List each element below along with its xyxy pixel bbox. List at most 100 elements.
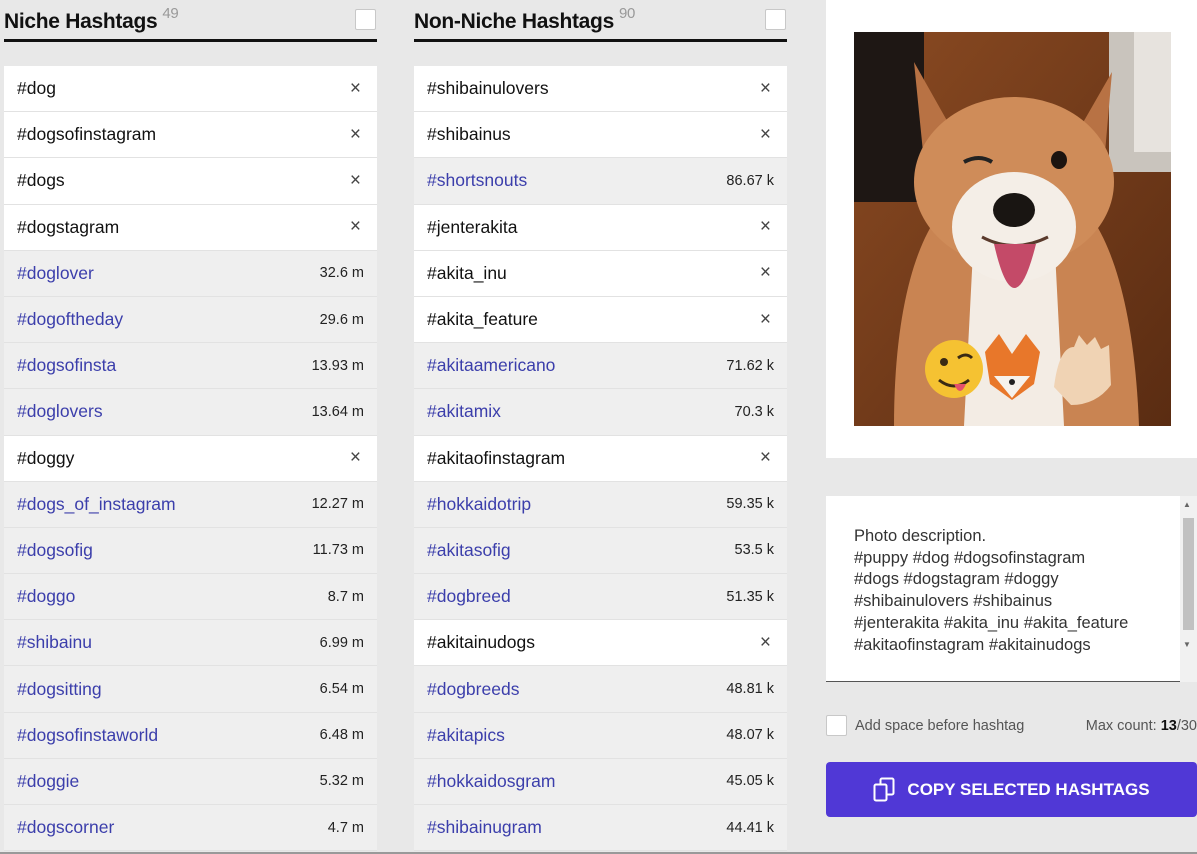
hashtag-row[interactable]: #dogsofinsta 13.93 m <box>4 343 377 390</box>
post-count: 8.7 m <box>327 588 364 605</box>
hashtag-row[interactable]: #akitapics 48.07 k <box>414 712 787 759</box>
hashtag-label: #doglover <box>17 262 94 283</box>
niche-select-all-checkbox[interactable] <box>355 9 376 30</box>
hashtag-row[interactable]: #akita_feature × <box>414 296 787 344</box>
hashtag-label: #doglovers <box>17 401 103 422</box>
post-count: 11.73 m <box>312 542 364 559</box>
post-count: 6.48 m <box>319 727 364 744</box>
hashtag-row[interactable]: #dogsofinstagram × <box>4 112 377 159</box>
nonniche-list: #shibainulovers × #shibainus × #shortsnouts 8… <box>414 66 787 852</box>
hashtag-row[interactable]: #doggo 8.7 m <box>4 574 377 621</box>
hashtag-row[interactable]: #shibainus × <box>414 112 787 159</box>
hashtag-label: #dogsofinstagram <box>17 124 157 145</box>
scroll-down-arrow-icon[interactable]: ▼ <box>1183 640 1191 649</box>
remove-icon[interactable]: × <box>760 216 771 238</box>
post-count: 5.32 m <box>319 773 364 790</box>
hashtag-row[interactable]: #dogbreeds 48.81 k <box>414 666 787 713</box>
hashtag-label: #akita_feature <box>427 309 538 330</box>
hashtag-row[interactable]: #dog × <box>4 66 377 113</box>
hashtag-label: #akitasofig <box>427 539 511 560</box>
post-count: 48.07 k <box>726 727 774 744</box>
copy-icon <box>873 777 895 801</box>
hashtag-row[interactable]: #akitaamericano 71.62 k <box>414 343 787 390</box>
nonniche-select-all-checkbox[interactable] <box>765 9 786 30</box>
hashtag-row[interactable]: #hokkaidotrip 59.35 k <box>414 481 787 528</box>
hashtag-row[interactable]: #dogsofig 11.73 m <box>4 527 377 575</box>
hashtag-row[interactable]: #shibainulovers × <box>414 66 787 113</box>
remove-icon[interactable]: × <box>350 170 361 192</box>
remove-icon[interactable]: × <box>760 124 771 146</box>
hashtag-row[interactable]: #jenterakita × <box>414 204 787 251</box>
scroll-up-arrow-icon[interactable]: ▲ <box>1183 500 1191 509</box>
description-textarea[interactable]: Photo description. #puppy #dog #dogsofin… <box>826 496 1197 682</box>
post-count: 13.64 m <box>311 403 364 420</box>
post-count: 4.7 m <box>327 819 364 836</box>
hashtag-label: #dogsitting <box>17 678 102 699</box>
hashtag-row[interactable]: #hokkaidosgram 45.05 k <box>414 758 787 805</box>
remove-icon[interactable]: × <box>760 78 771 100</box>
hashtag-label: #dogs_of_instagram <box>17 493 176 514</box>
hashtag-label: #dogbreeds <box>427 678 520 699</box>
post-count: 48.81 k <box>726 681 774 698</box>
hashtag-label: #dogoftheday <box>17 309 124 330</box>
post-count: 29.6 m <box>319 311 364 328</box>
remove-icon[interactable]: × <box>760 262 771 284</box>
textarea-scrollbar[interactable]: ▲ ▼ <box>1180 496 1197 682</box>
hashtag-row[interactable]: #dogscorner 4.7 m <box>4 805 377 852</box>
hashtag-label: #dogsofinsta <box>17 355 117 376</box>
options-row: Add space before hashtag Max count: 13/3… <box>826 714 1197 738</box>
hashtag-label: #dogstagram <box>17 216 120 237</box>
remove-icon[interactable]: × <box>760 309 771 331</box>
hashtag-row[interactable]: #dogs_of_instagram 12.27 m <box>4 481 377 528</box>
remove-icon[interactable]: × <box>350 216 361 238</box>
remove-icon[interactable]: × <box>350 447 361 469</box>
copy-selected-label: COPY SELECTED HASHTAGS <box>907 779 1150 799</box>
hashtag-row[interactable]: #dogstagram × <box>4 204 377 251</box>
max-count-total: /30 <box>1176 718 1197 734</box>
post-count: 70.3 k <box>734 403 775 420</box>
hashtag-row[interactable]: #akitaofinstagram × <box>414 435 787 482</box>
hashtag-label: #akita_inu <box>427 262 507 283</box>
post-count: 44.41 k <box>726 819 774 836</box>
hashtag-row[interactable]: #doglover 32.6 m <box>4 250 377 297</box>
remove-icon[interactable]: × <box>760 447 771 469</box>
hashtag-row[interactable]: #akitamix 70.3 k <box>414 389 787 436</box>
post-count: 53.5 k <box>734 542 775 559</box>
niche-column: Niche Hashtags 49 #dog × #dogsofinstagram × #… <box>4 0 377 852</box>
hashtag-row[interactable]: #shibainugram 44.41 k <box>414 805 787 852</box>
description-text: Photo description. #puppy #dog #dogsofin… <box>854 527 1129 654</box>
hashtag-row[interactable]: #dogsofinstaworld 6.48 m <box>4 712 377 759</box>
hashtag-row[interactable]: #dogsitting 6.54 m <box>4 666 377 713</box>
hashtag-label: #akitainudogs <box>427 632 535 653</box>
post-count: 86.67 k <box>726 172 774 189</box>
hashtag-row[interactable]: #dogbreed 51.35 k <box>414 574 787 621</box>
hashtag-label: #shibainulovers <box>427 78 549 99</box>
remove-icon[interactable]: × <box>350 78 361 100</box>
hashtag-label: #dog <box>17 78 56 99</box>
hashtag-row[interactable]: #akitasofig 53.5 k <box>414 527 787 575</box>
post-count: 59.35 k <box>726 496 774 513</box>
nonniche-title-text: Non-Niche Hashtags <box>414 10 614 33</box>
dog-photo <box>854 32 1171 426</box>
hashtag-label: #dogsofig <box>17 539 93 560</box>
hashtag-row[interactable]: #doggie 5.32 m <box>4 758 377 805</box>
hashtag-row[interactable]: #akitainudogs × <box>414 620 787 667</box>
max-count-value: 13 <box>1160 718 1177 734</box>
hashtag-row[interactable]: #doggy × <box>4 435 377 482</box>
hashtag-row[interactable]: #dogoftheday 29.6 m <box>4 296 377 344</box>
remove-icon[interactable]: × <box>760 632 771 654</box>
scrollbar-thumb[interactable] <box>1183 518 1194 630</box>
add-space-checkbox[interactable] <box>826 715 847 736</box>
hashtag-row[interactable]: #shibainu 6.99 m <box>4 620 377 667</box>
hashtag-row[interactable]: #akita_inu × <box>414 250 787 297</box>
hashtag-label: #dogbreed <box>427 586 511 607</box>
hashtag-row[interactable]: #doglovers 13.64 m <box>4 389 377 436</box>
hashtag-label: #shibainu <box>17 632 92 653</box>
hashtag-row[interactable]: #dogs × <box>4 158 377 205</box>
copy-selected-button[interactable]: COPY SELECTED HASHTAGS <box>826 762 1197 817</box>
hashtag-label: #shibainugram <box>427 817 542 838</box>
hashtag-row[interactable]: #shortsnouts 86.67 k <box>414 158 787 205</box>
hashtag-label: #doggo <box>17 586 76 607</box>
add-space-label: Add space before hashtag <box>855 718 1025 734</box>
remove-icon[interactable]: × <box>350 124 361 146</box>
